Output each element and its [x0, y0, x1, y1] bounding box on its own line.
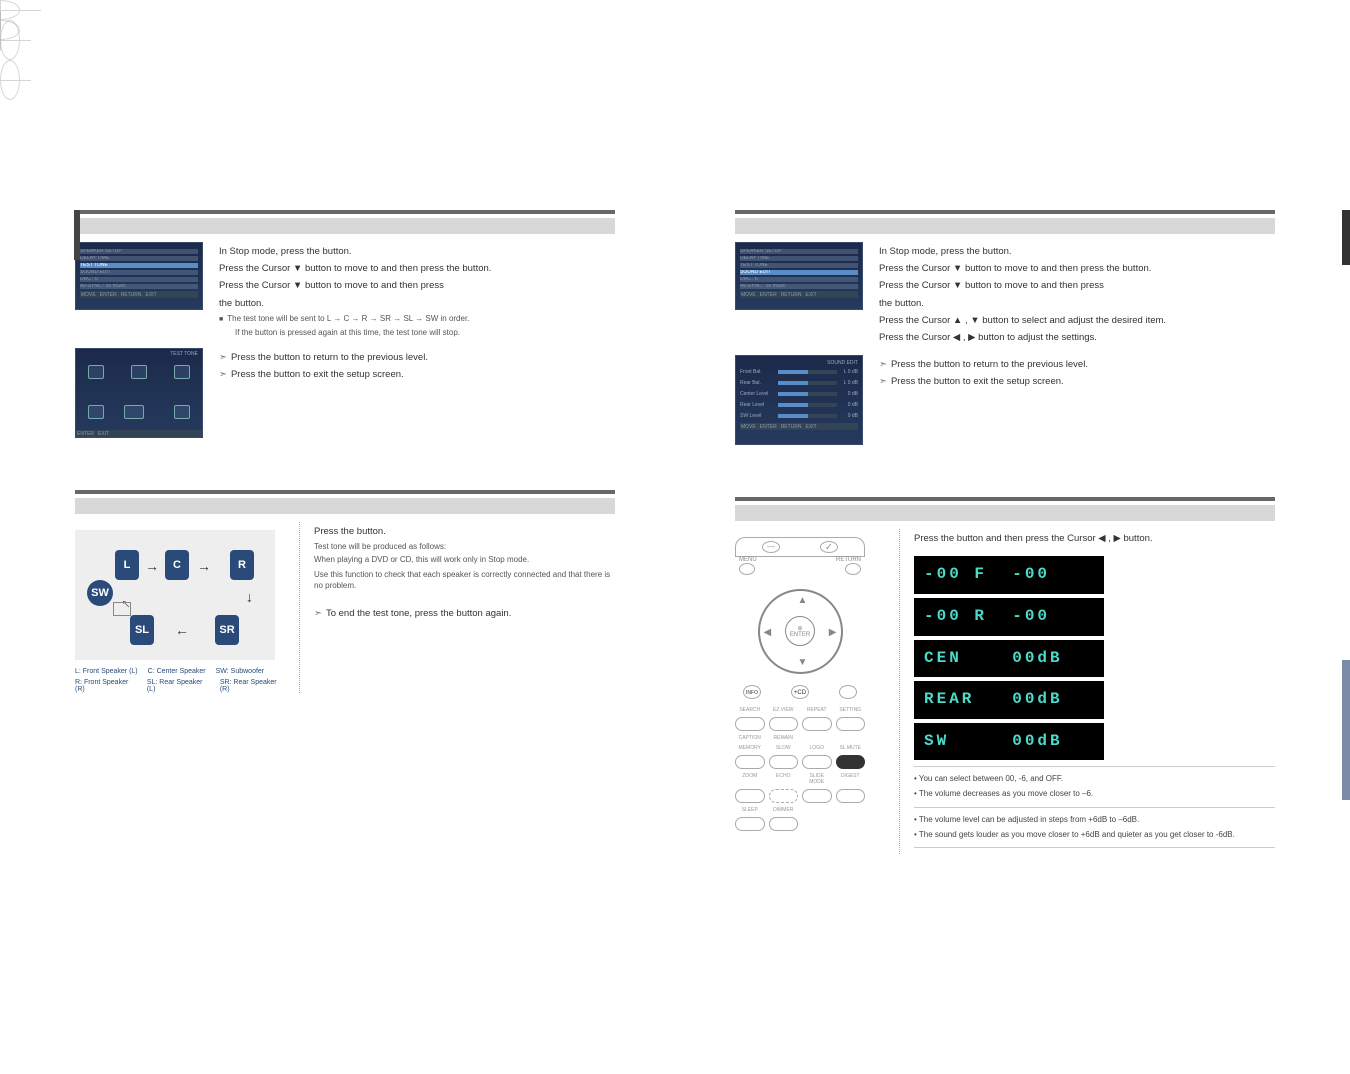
menu-screenshot-sound: SPEAKER SETUP DELAY TIME TEST TONE SOUND… [735, 242, 863, 310]
enter-button[interactable]: ⊕ENTER [785, 616, 815, 646]
test-tone-screenshot: TEST TONE ENTEREXIT [75, 348, 203, 438]
nav-ring[interactable]: ▲ ▼ ◀ ▶ ⊕ENTER [758, 589, 843, 674]
left-arrow-icon: ◀ [764, 627, 772, 638]
return-text: ➣Press the button to return to the previ… [219, 348, 615, 438]
sound-level-instructions: Press the button and then press the Curs… [899, 529, 1275, 854]
right-arrow-icon: ▶ [829, 627, 837, 638]
instruction-text-right: In Stop mode, press the button. Press th… [879, 242, 1275, 347]
test-tone-instructions: Press the button. Test tone will be prod… [299, 522, 615, 693]
lcd-row-sw: SW 00dB [914, 723, 1104, 761]
down-arrow-icon: ▼ [798, 657, 808, 668]
lcd-row-rear: -00 R -00 [914, 598, 1104, 636]
speaker-legend: L: Front Speaker (L) C: Center Speaker S… [75, 668, 285, 675]
sound-edit-screenshot: SOUND EDIT Front Bal.L 0 dB Rear Bal.L 0… [735, 355, 863, 445]
lcd-row-center: CEN 00dB [914, 640, 1104, 678]
lcd-row-rear-lvl: REAR 00dB [914, 681, 1104, 719]
slmute-button[interactable] [836, 755, 866, 769]
up-arrow-icon: ▲ [798, 595, 808, 606]
lcd-row-front: -00 F -00 [914, 556, 1104, 594]
return-text-right: ➣Press the button to return to the previ… [879, 355, 1275, 445]
remote-control-diagram: —✓ MENURETURN ▲ ▼ ◀ ▶ ⊕ENTER [735, 537, 865, 817]
menu-screenshot: SPEAKER SETUP DELAY TIME TEST TONE SOUND… [75, 242, 203, 310]
speaker-layout-diagram: L C R SW SL SR → → → ← → [75, 530, 275, 660]
right-page: SPEAKER SETUP DELAY TIME TEST TONE SOUND… [675, 120, 1350, 1074]
instruction-text: In Stop mode, press the button. Press th… [219, 242, 615, 340]
left-page: SPEAKER SETUP DELAY TIME TEST TONE SOUND… [0, 120, 675, 1074]
